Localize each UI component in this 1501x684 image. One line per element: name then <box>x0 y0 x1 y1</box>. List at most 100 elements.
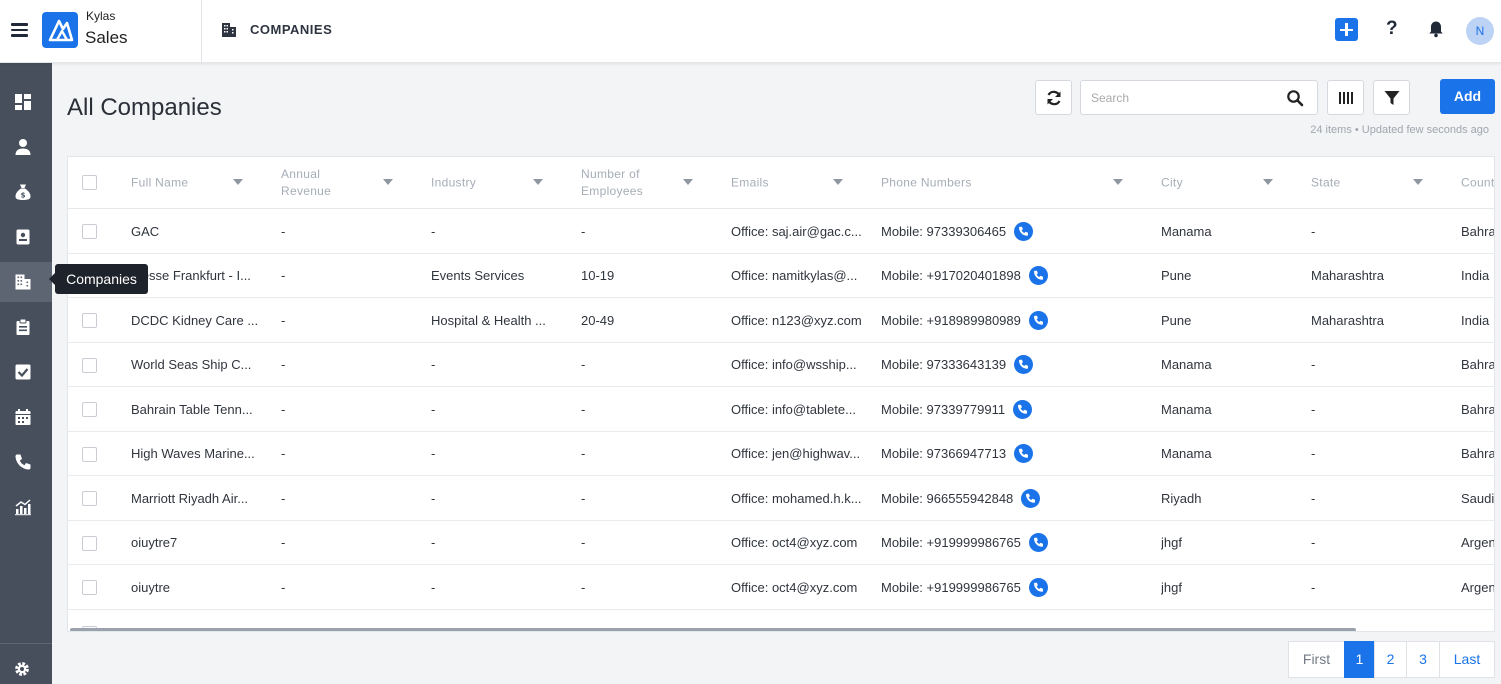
chevron-down-icon[interactable] <box>233 179 243 185</box>
page-last-button[interactable]: Last <box>1439 641 1495 678</box>
table-row[interactable]: Messe Frankfurt - I... - Events Services 10… <box>68 254 1494 298</box>
call-icon[interactable] <box>1028 266 1048 286</box>
cell-email[interactable]: Office: oct4@xyz.com <box>731 579 865 597</box>
column-header-full-name[interactable]: Full Name <box>131 157 251 209</box>
table-row[interactable]: oiuytre7 - - - Office: oct4@xyz.com Mobile: +… <box>68 521 1494 565</box>
cell-text: Bahra <box>1461 402 1495 417</box>
quick-add-button[interactable] <box>1335 18 1358 41</box>
call-icon[interactable] <box>1013 400 1033 420</box>
sidebar-item-calls[interactable] <box>0 442 52 482</box>
sidebar-item-leads[interactable] <box>0 217 52 257</box>
cell-company-name[interactable]: DCDC Kidney Care ... <box>131 312 261 330</box>
chevron-down-icon[interactable] <box>683 179 693 185</box>
column-header-phone-numbers[interactable]: Phone Numbers <box>881 157 1131 209</box>
call-icon[interactable] <box>1014 444 1034 464</box>
call-icon[interactable] <box>1021 489 1041 509</box>
column-header-emails[interactable]: Emails <box>731 157 851 209</box>
row-checkbox[interactable] <box>82 402 97 417</box>
sidebar-item-reports[interactable] <box>0 487 52 527</box>
cell-email[interactable]: Office: namitkylas@... <box>731 267 865 285</box>
column-header-city[interactable]: City <box>1161 157 1281 209</box>
column-header-state[interactable]: State <box>1311 157 1431 209</box>
sidebar-item-settings[interactable] <box>0 643 52 684</box>
cell-email[interactable]: Office: info@wsship... <box>731 356 865 374</box>
chevron-down-icon[interactable] <box>1413 179 1423 185</box>
user-avatar[interactable]: N <box>1466 17 1494 45</box>
cell-email[interactable]: Office: info@tablete... <box>731 401 865 419</box>
column-header-employees[interactable]: Number of Employees <box>581 157 701 209</box>
sidebar-item-calendar[interactable] <box>0 397 52 437</box>
call-icon[interactable] <box>1028 311 1048 331</box>
search-input[interactable] <box>1091 89 1281 107</box>
table-row[interactable]: oiuytre - - - Office: oct4@xyz.com Mobile: +9… <box>68 565 1494 610</box>
cell-company-name[interactable]: oiuytre <box>131 579 261 597</box>
cell-email[interactable]: Office: mohamed.h.k... <box>731 490 865 508</box>
chevron-down-icon[interactable] <box>833 179 843 185</box>
chevron-down-icon[interactable] <box>383 179 393 185</box>
row-checkbox[interactable] <box>82 447 97 462</box>
call-icon[interactable] <box>1014 222 1034 242</box>
sidebar-item-deals[interactable]: $ <box>0 172 52 212</box>
cell-text: Mobile: +919999986765 <box>881 580 1021 595</box>
page-button-2[interactable]: 2 <box>1374 641 1407 678</box>
sidebar-item-contacts[interactable] <box>0 127 52 167</box>
chevron-down-icon[interactable] <box>533 179 543 185</box>
add-button[interactable]: Add <box>1440 79 1495 114</box>
horizontal-scrollbar[interactable] <box>70 628 1356 631</box>
chevron-down-icon[interactable] <box>1263 179 1273 185</box>
cell-text: Office: oct4@xyz.com <box>731 580 858 595</box>
cell-text: oiuytre <box>131 580 171 595</box>
call-icon[interactable] <box>1028 578 1048 598</box>
table-row[interactable]: High Waves Marine... - - - Office: jen@highw… <box>68 432 1494 476</box>
notification-bell-icon[interactable] <box>1427 20 1445 38</box>
chevron-down-icon[interactable] <box>1113 179 1123 185</box>
cell-company-name[interactable]: Marriott Riyadh Air... <box>131 490 261 508</box>
search-icon[interactable] <box>1286 89 1304 107</box>
page-button-3[interactable]: 3 <box>1406 641 1440 678</box>
row-checkbox[interactable] <box>82 358 97 373</box>
cell-company-name[interactable]: High Waves Marine... <box>131 445 261 463</box>
cell-company-name[interactable]: Bahrain Table Tenn... <box>131 401 261 419</box>
help-icon[interactable]: ? <box>1386 18 1398 40</box>
table-row[interactable]: Marriott Riyadh Air... - - - Office: mohamed… <box>68 476 1494 521</box>
sidebar-item-tasks[interactable] <box>0 352 52 392</box>
cell-company-name[interactable]: GAC <box>131 223 261 241</box>
column-header-industry[interactable]: Industry <box>431 157 551 209</box>
row-checkbox[interactable] <box>82 224 97 239</box>
kylas-logo-icon[interactable] <box>42 12 78 48</box>
dashboard-icon <box>15 94 31 110</box>
table-row[interactable]: World Seas Ship C... - - - Office: info@wssh… <box>68 343 1494 387</box>
cell-company-name[interactable]: World Seas Ship C... <box>131 356 261 374</box>
call-icon[interactable] <box>1028 533 1048 553</box>
row-checkbox[interactable] <box>82 580 97 595</box>
row-checkbox[interactable] <box>82 313 97 328</box>
select-all-checkbox[interactable] <box>82 175 97 190</box>
table-row[interactable]: Bahrain Table Tenn... - - - Office: info@tab… <box>68 387 1495 432</box>
cell-email[interactable]: Office: saj.air@gac.c... <box>731 223 865 241</box>
column-header-annual-revenue[interactable]: Annual Revenue <box>281 157 401 209</box>
sidebar-item-clipboard[interactable] <box>0 307 52 347</box>
filter-button[interactable] <box>1373 80 1410 115</box>
row-checkbox[interactable] <box>82 491 97 506</box>
page-button-1[interactable]: 1 <box>1344 641 1375 678</box>
table-row[interactable]: GAC - - - Office: saj.air@gac.c... Mobile: 97… <box>68 209 1494 254</box>
sidebar-item-dashboard[interactable] <box>0 82 52 122</box>
cell-company-name[interactable]: oiuytre7 <box>131 534 261 552</box>
cell-state: - <box>1311 579 1431 597</box>
cell-email[interactable]: Office: n123@xyz.com <box>731 312 865 330</box>
cell-email[interactable]: Office: oct4@xyz.com <box>731 534 865 552</box>
call-icon[interactable] <box>1014 355 1034 375</box>
refresh-button[interactable] <box>1035 80 1072 115</box>
page-first-button[interactable]: First <box>1288 641 1345 678</box>
cell-company-name[interactable]: Messe Frankfurt - I... <box>131 267 261 285</box>
row-checkbox[interactable] <box>82 536 97 551</box>
column-header-country[interactable]: Country <box>1461 157 1494 209</box>
sidebar-item-companies[interactable] <box>0 262 52 302</box>
cell-state: Maharashtra <box>1311 267 1431 285</box>
cell-annual-revenue: - <box>281 356 401 374</box>
columns-button[interactable] <box>1327 80 1364 115</box>
cell-state: - <box>1311 356 1431 374</box>
table-row[interactable]: DCDC Kidney Care ... - Hospital & Health .… <box>68 298 1494 343</box>
hamburger-menu-icon[interactable] <box>11 23 28 37</box>
cell-email[interactable]: Office: jen@highwav... <box>731 445 865 463</box>
